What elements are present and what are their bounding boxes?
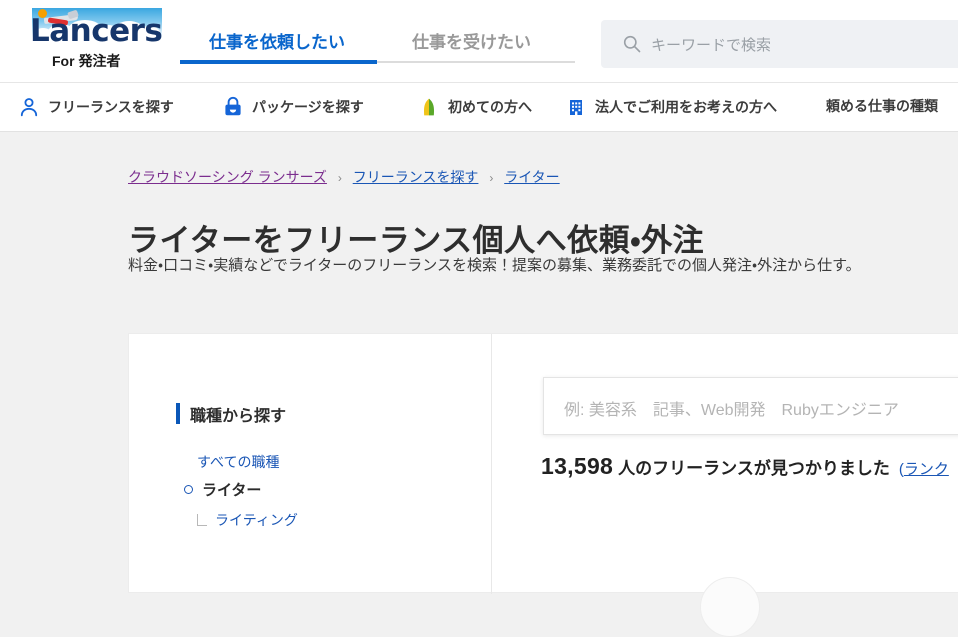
breadcrumb-item-find-freelance[interactable]: フリーランスを探す (353, 169, 479, 185)
page-description: 料金・口コミ・実績などでライターのフリーランスを検索！提案の募集、業務委託での個… (128, 257, 861, 274)
facet-heading: 職種から探す (176, 402, 286, 426)
subnav-label: 法人でご利用をお考えの方へ (595, 99, 777, 115)
keyword-search-input[interactable]: 例: 美容系 記事、Web開発 Rubyエンジニア (564, 396, 899, 420)
subnav-item-job-types[interactable]: 頼める仕事の種類 (826, 96, 938, 116)
facet-item-writing[interactable]: ライティング (197, 510, 298, 530)
result-count-suffix: 人のフリーランスが見つかりました (618, 459, 890, 478)
breadcrumb-separator: › (489, 171, 494, 185)
subnav-item-find-package[interactable]: パッケージを探す (222, 96, 364, 118)
green-leaf-icon (418, 96, 440, 118)
breadcrumb-item-writer[interactable]: ライター (504, 169, 559, 185)
secondary-navigation: フリーランスを探す パッケージを探す 初めての方へ 法人でご利用をお考えの方へ … (0, 83, 958, 132)
site-logo[interactable]: Lancers For 発注者 (14, 6, 164, 69)
subnav-label: フリーランスを探す (48, 99, 174, 115)
rank-info-link-text: ランク (903, 461, 949, 478)
subnav-item-corporate[interactable]: 法人でご利用をお考えの方へ (565, 96, 777, 118)
header-search[interactable]: キーワードで検索 (601, 20, 958, 68)
result-count: 13,598 (541, 453, 614, 479)
tab-baseline (377, 61, 575, 63)
person-icon (18, 96, 40, 118)
subnav-label: 初めての方へ (448, 99, 532, 115)
search-icon (623, 35, 641, 53)
active-tab-underline (180, 60, 377, 64)
subnav-label: 頼める仕事の種類 (826, 98, 938, 114)
subnav-item-beginners[interactable]: 初めての方へ (418, 96, 532, 118)
tab-request-work[interactable]: 仕事を依頼したい (209, 28, 345, 53)
search-panel-card: 職種から探す すべての職種 ライター ライティング 例: 美容系 記事、Web開… (128, 333, 958, 637)
rank-info-link[interactable]: (ランク (899, 458, 949, 479)
search-input[interactable]: キーワードで検索 (651, 34, 771, 55)
package-bag-icon (222, 96, 244, 118)
logo-wordmark: Lancers (30, 13, 162, 48)
keyword-search-box[interactable]: 例: 美容系 記事、Web開発 Rubyエンジニア (543, 377, 958, 435)
subnav-label: パッケージを探す (252, 99, 364, 115)
site-header: Lancers For 発注者 仕事を依頼したい 仕事を受けたい キーワードで検… (0, 0, 958, 83)
breadcrumb: クラウドソーシング ランサーズ › フリーランスを探す › ライター (128, 167, 560, 187)
result-summary: 13,598 人のフリーランスが見つかりました (ランク (541, 453, 949, 480)
logo-subtitle: For 発注者 (52, 53, 121, 69)
facet-child-label: ライティング (215, 512, 298, 528)
avatar (700, 577, 760, 637)
breadcrumb-separator: › (337, 171, 342, 185)
building-icon (565, 96, 587, 118)
page-body: クラウドソーシング ランサーズ › フリーランスを探す › ライター ライターを… (0, 132, 958, 637)
facet-item-label: ライター (202, 482, 262, 499)
panel-divider (491, 334, 492, 594)
breadcrumb-item-home[interactable]: クラウドソーシング ランサーズ (128, 169, 327, 185)
lancers-airplane-logo: Lancers (14, 6, 162, 48)
tab-receive-work[interactable]: 仕事を受けたい (412, 28, 531, 53)
tree-branch-icon (197, 514, 207, 526)
subnav-item-find-freelance[interactable]: フリーランスを探す (18, 96, 174, 118)
facet-item-writer[interactable]: ライター (184, 479, 261, 500)
radio-circle-icon (184, 485, 193, 494)
facet-link-all-jobs[interactable]: すべての職種 (197, 452, 279, 472)
